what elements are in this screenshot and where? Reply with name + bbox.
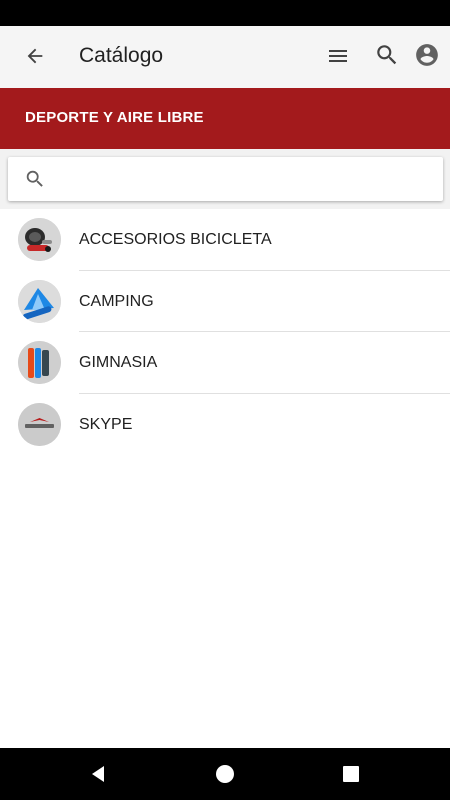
list-item-label: SKYPE [79,415,133,433]
search-input[interactable] [64,165,424,193]
menu-icon[interactable] [323,41,353,71]
account-icon[interactable] [412,40,442,70]
nav-home-icon[interactable] [195,748,255,800]
category-list: ACCESORIOS BICICLETA CAMPING GIMNASIA SK… [0,209,450,455]
back-arrow-icon[interactable] [20,41,50,71]
list-item-label: CAMPING [79,292,154,310]
category-banner: DEPORTE Y AIRE LIBRE [0,88,450,149]
category-title: DEPORTE Y AIRE LIBRE [25,109,204,126]
skype-logo-thumbnail [18,402,61,446]
list-item-gimnasia[interactable]: GIMNASIA [0,332,450,394]
search-field-icon [24,168,46,190]
list-item-camping[interactable]: CAMPING [0,271,450,332]
search-area [0,149,450,209]
list-item-accesorios-bicicleta[interactable]: ACCESORIOS BICICLETA [0,209,450,271]
gym-mats-thumbnail [18,341,61,384]
system-nav-bar [0,748,450,800]
camping-tent-thumbnail [18,279,61,323]
nav-back-icon[interactable] [68,748,128,800]
bicycle-accessories-thumbnail [18,218,61,261]
page-title: Catálogo [79,44,164,67]
app-bar: Catálogo [0,26,450,88]
status-bar [0,0,450,26]
search-box[interactable] [8,157,443,201]
nav-recents-icon[interactable] [321,748,381,800]
list-item-skype[interactable]: SKYPE [0,394,450,456]
search-icon[interactable] [372,40,402,70]
list-item-label: ACCESORIOS BICICLETA [79,231,272,248]
list-item-label: GIMNASIA [79,354,158,371]
